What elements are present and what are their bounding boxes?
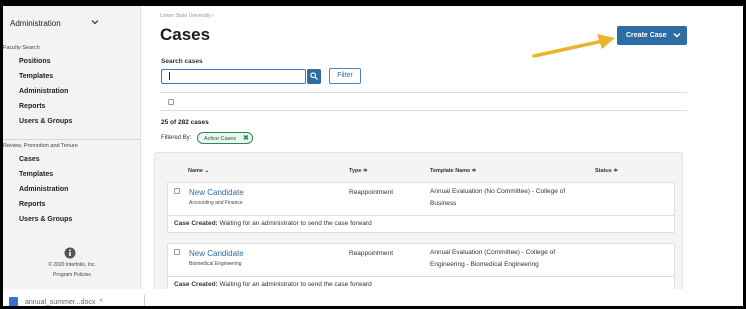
chevron-down-icon [91, 20, 99, 25]
column-header-type[interactable]: Type ≑ [349, 168, 368, 174]
sidebar-item-templates[interactable]: Templates [19, 73, 53, 80]
rpt-heading: Review, Promotion and Tenure [3, 143, 78, 149]
app-window: Administration Faculty Search Positions … [0, 0, 746, 309]
info-circle-icon[interactable] [64, 247, 76, 259]
case-count: 25 of 282 cases [161, 119, 209, 126]
active-cases-chip[interactable]: Active Cases ✖ [197, 132, 253, 144]
sidebar-item-rpt-templates[interactable]: Templates [19, 171, 53, 178]
candidate-link[interactable]: New Candidate [189, 249, 244, 258]
close-icon[interactable]: ✖ [243, 134, 249, 142]
candidate-link[interactable]: New Candidate [189, 188, 244, 197]
chevron-up-icon[interactable]: ^ [99, 299, 102, 306]
case-note: Case Created: Waiting for an administrat… [174, 281, 372, 288]
download-separator [144, 295, 145, 306]
search-label: Search cases [161, 58, 203, 65]
download-item[interactable]: annual_summer...docx ^ [25, 299, 103, 306]
search-button[interactable] [307, 69, 321, 84]
template-name-line1: Annual Evaluation (Committee) - College … [430, 249, 556, 256]
column-header-template[interactable]: Template Name ≑ [430, 168, 476, 174]
template-name-line2: Business [430, 200, 457, 207]
template-name-line1: Annual Evaluation (No Committee) - Colle… [430, 188, 566, 195]
arrow-icon [532, 34, 615, 58]
create-case-button[interactable]: Create Case [617, 26, 687, 45]
sidebar-item-rpt-reports[interactable]: Reports [19, 201, 45, 208]
sidebar-divider [3, 139, 141, 140]
row-divider [168, 215, 674, 216]
case-type: Reappointment [349, 189, 394, 196]
download-file-name: annual_summer...docx [25, 299, 96, 306]
program-policies-link[interactable]: Program Policies [3, 272, 141, 278]
product-switcher-label: Administration [10, 19, 61, 28]
case-type: Reappointment [349, 250, 394, 257]
sidebar-item-rpt-users-groups[interactable]: Users & Groups [19, 216, 72, 223]
sidebar-item-rpt-administration[interactable]: Administration [19, 186, 68, 193]
sidebar-item-administration[interactable]: Administration [19, 88, 68, 95]
sidebar-item-cases[interactable]: Cases [19, 156, 40, 163]
text-caret [169, 72, 170, 80]
chip-label: Active Cases [204, 136, 237, 142]
filtered-by-label: Filtered By: [161, 135, 192, 141]
case-note-label: Case Created: [174, 281, 218, 288]
sidebar: Administration Faculty Search Positions … [3, 6, 141, 289]
filter-button[interactable]: Filter [329, 68, 361, 84]
download-bar: annual_summer...docx ^ [3, 289, 743, 306]
chevron-down-icon [673, 33, 681, 38]
search-input[interactable] [161, 69, 306, 84]
sidebar-item-positions[interactable]: Positions [19, 58, 51, 65]
select-all-checkbox[interactable] [168, 99, 174, 105]
copyright-text: © 2020 Interfolio, Inc. [48, 262, 96, 268]
sidebar-item-users-groups[interactable]: Users & Groups [19, 118, 72, 125]
document-icon [9, 297, 18, 306]
case-note-text: Waiting for an administrator to send the… [217, 220, 372, 227]
breadcrumb[interactable]: Lorem State University › [160, 13, 214, 19]
column-header-status[interactable]: Status ≑ [595, 168, 618, 174]
product-switcher[interactable]: Administration [3, 12, 141, 38]
case-note-text: Waiting for an administrator to send the… [217, 281, 372, 288]
faculty-search-heading: Faculty Search [3, 45, 40, 51]
candidate-unit: Biomedical Engineering [189, 261, 242, 267]
search-icon [310, 72, 318, 80]
page-title: Cases [160, 25, 211, 44]
case-note: Case Created: Waiting for an administrat… [174, 220, 372, 227]
template-name-line2: Engineering - Biomedical Engineering [430, 261, 539, 268]
row-checkbox[interactable] [174, 188, 180, 194]
row-checkbox[interactable] [174, 249, 180, 255]
sidebar-item-reports[interactable]: Reports [19, 103, 45, 110]
divider [160, 110, 687, 111]
candidate-unit: Accounting and Finance [189, 200, 243, 206]
create-case-label: Create Case [626, 32, 667, 39]
column-header-name[interactable]: Name ⌄ [188, 168, 209, 174]
divider [160, 92, 687, 93]
row-divider [168, 276, 674, 277]
case-note-label: Case Created: [174, 220, 218, 227]
